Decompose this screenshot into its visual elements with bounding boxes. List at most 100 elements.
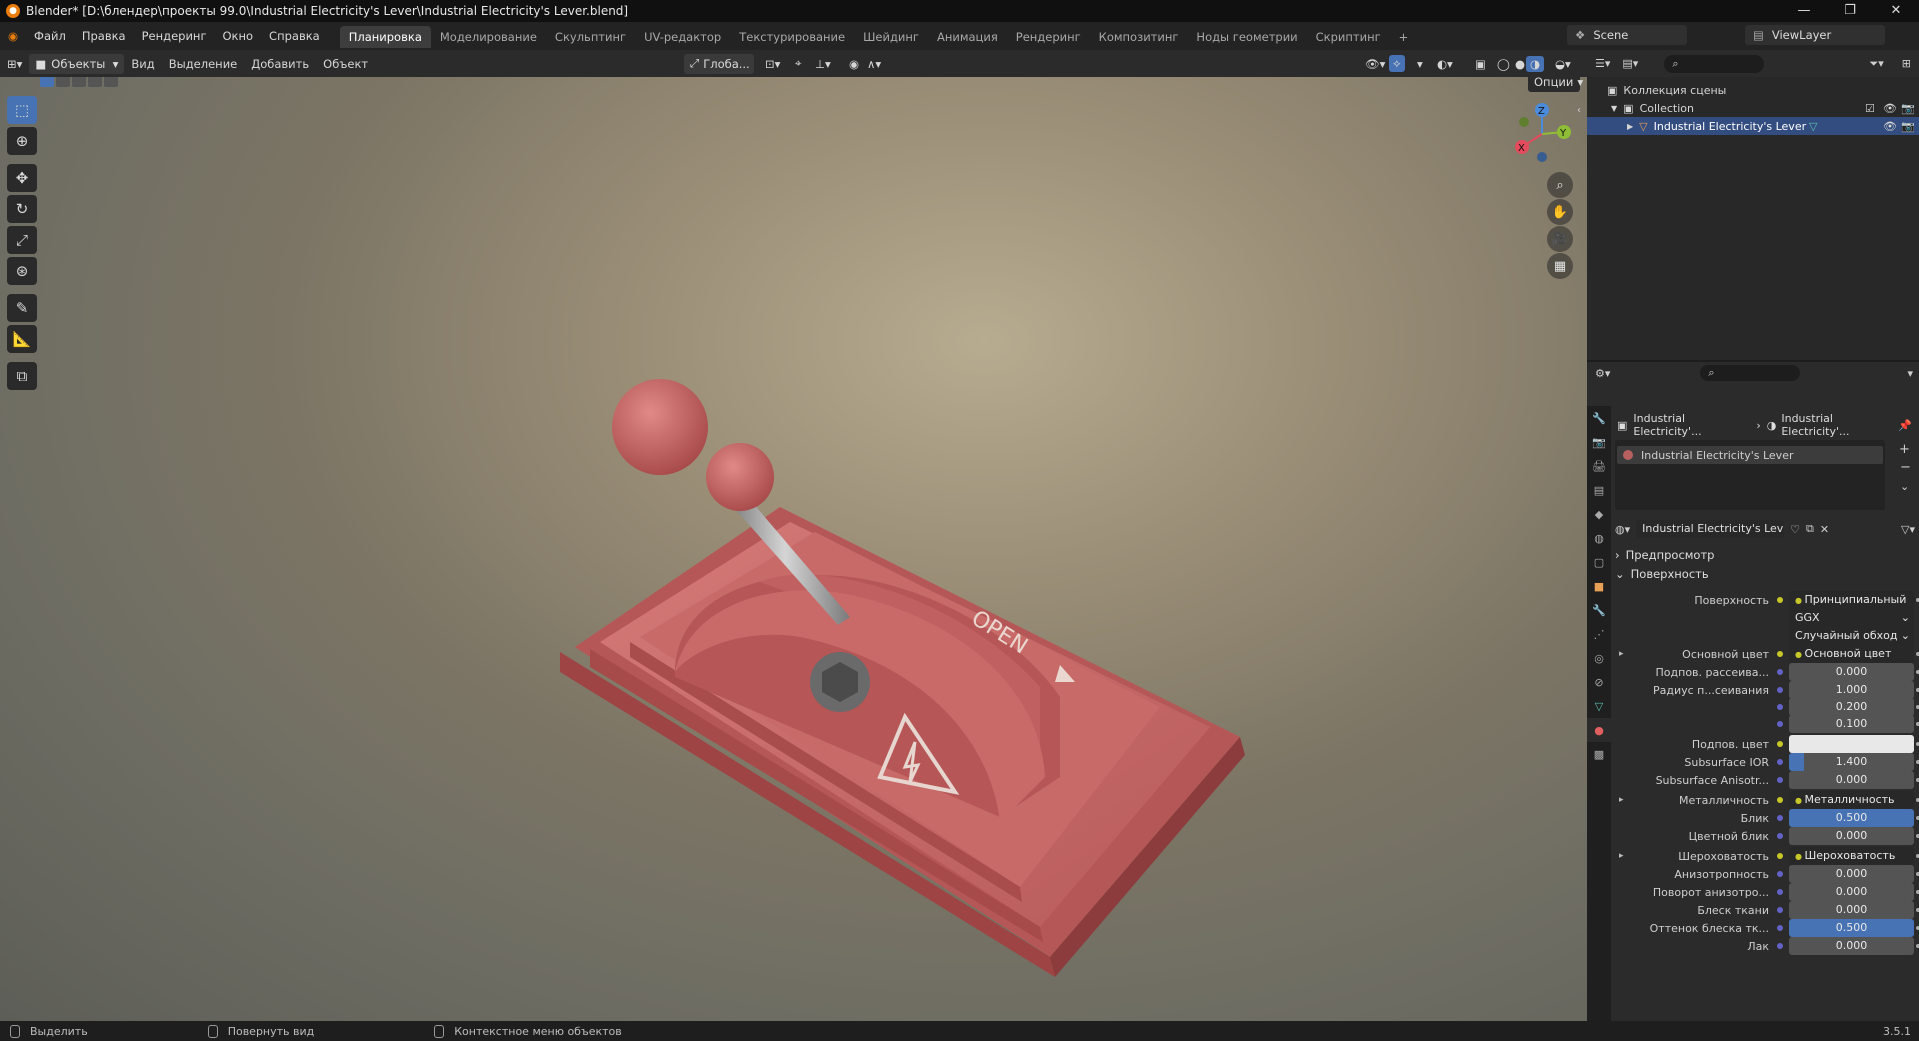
node-link-field[interactable]: ● Металличность	[1789, 791, 1914, 809]
unlink-material-icon[interactable]: ✕	[1820, 523, 1829, 536]
socket-dot-icon[interactable]	[1777, 853, 1783, 859]
particles-tab-icon[interactable]: ⋰	[1587, 622, 1611, 646]
snap-icon[interactable]: ⌖	[788, 56, 808, 71]
world-tab-icon[interactable]: ◍	[1587, 526, 1611, 550]
number-field[interactable]: 0.000	[1789, 865, 1914, 883]
menu-render[interactable]: Рендеринг	[134, 22, 215, 50]
tab-compositing[interactable]: Композитинг	[1090, 26, 1188, 48]
scale-icon[interactable]: ⤢	[7, 226, 37, 254]
number-field[interactable]: 0.500	[1789, 809, 1914, 827]
gizmo-dropdown-icon[interactable]: ▾	[1410, 57, 1430, 71]
expand-arrow-icon[interactable]: ▸	[1619, 649, 1624, 659]
add-cube-icon[interactable]: ⧉	[7, 362, 37, 390]
material-browse-icon[interactable]: ◍▾	[1615, 523, 1630, 536]
color-swatch[interactable]	[1789, 735, 1914, 753]
expand-arrow-icon[interactable]: ▸	[1619, 851, 1624, 861]
menu-view[interactable]: Вид	[124, 57, 161, 71]
texture-tab-icon[interactable]: ▩	[1587, 742, 1611, 766]
socket-dot-icon[interactable]	[1777, 871, 1783, 877]
remove-slot-icon[interactable]: −	[1900, 460, 1911, 475]
socket-dot-icon[interactable]	[1777, 925, 1783, 931]
display-mode-icon[interactable]: ▤▾	[1622, 57, 1638, 70]
socket-dot-icon[interactable]	[1777, 704, 1783, 710]
material-name-field[interactable]: Industrial Electricity's Lever	[1636, 520, 1785, 538]
select-box-icon[interactable]: ⬚	[7, 96, 37, 124]
tab-texture-paint[interactable]: Текстурирование	[730, 26, 854, 48]
socket-dot-icon[interactable]	[1777, 741, 1783, 747]
expand-arrow-icon[interactable]: ▸	[1619, 795, 1624, 805]
number-field[interactable]: 0.000	[1789, 771, 1914, 789]
slot-menu-icon[interactable]: ⌄	[1900, 480, 1909, 493]
properties-search-input[interactable]: ⌕	[1700, 365, 1801, 381]
menu-select[interactable]: Выделение	[162, 57, 245, 71]
physics-tab-icon[interactable]: ◎	[1587, 646, 1611, 670]
tab-layout[interactable]: Планировка	[339, 26, 431, 48]
socket-dot-icon[interactable]	[1777, 833, 1783, 839]
outliner-scene-collection[interactable]: ▣ Коллекция сцены	[1587, 81, 1919, 99]
number-field[interactable]: 0.200	[1789, 698, 1914, 716]
node-link-field[interactable]: ● Принципиальный BSDF	[1789, 591, 1914, 625]
rendered-shading-icon[interactable]: ◒▾	[1548, 57, 1578, 71]
render-tab-icon[interactable]: 📷	[1587, 430, 1611, 454]
properties-editor-icon[interactable]: ⚙▾	[1595, 367, 1610, 380]
number-field[interactable]: 0.000	[1789, 901, 1914, 919]
close-button[interactable]: ✕	[1873, 0, 1919, 22]
visibility-eye-icon[interactable]: 👁	[1883, 120, 1897, 133]
gizmo-toggle-icon[interactable]: ⟡	[1389, 55, 1405, 72]
socket-dot-icon[interactable]	[1777, 759, 1783, 765]
duplicate-material-icon[interactable]: ⧉	[1806, 522, 1814, 536]
number-field[interactable]: 0.000	[1789, 937, 1914, 955]
camera-view-icon[interactable]: 🎥	[1547, 226, 1573, 252]
material-slot-list[interactable]: Industrial Electricity's Lever	[1615, 440, 1885, 510]
fake-user-icon[interactable]: ♡	[1790, 523, 1800, 536]
outliner-search-input[interactable]: ⌕	[1664, 54, 1765, 73]
socket-dot-icon[interactable]	[1777, 721, 1783, 727]
socket-dot-icon[interactable]	[1777, 943, 1783, 949]
add-workspace-icon[interactable]: +	[1390, 26, 1418, 48]
property-dropdown[interactable]: Случайный обход ⌄	[1789, 627, 1914, 645]
preview-section[interactable]: › Предпросмотр	[1615, 545, 1915, 565]
collapse-sidebar-icon[interactable]: ‹	[1577, 105, 1581, 116]
minimize-button[interactable]: —	[1781, 0, 1827, 22]
socket-dot-icon[interactable]	[1777, 669, 1783, 675]
render-camera-icon[interactable]: 📷	[1901, 120, 1915, 133]
mode-dropdown[interactable]: ■ Объекты ▾	[29, 53, 125, 74]
collection-tab-icon[interactable]: ▢	[1587, 550, 1611, 574]
tab-animation[interactable]: Анимация	[928, 26, 1007, 48]
number-field[interactable]: 0.000	[1789, 827, 1914, 845]
socket-dot-icon[interactable]	[1777, 797, 1783, 803]
expand-arrow-icon[interactable]: ▼	[1611, 104, 1617, 113]
property-dropdown[interactable]: GGX ⌄	[1789, 609, 1914, 627]
modifier-tab-icon[interactable]: 🔧	[1587, 598, 1611, 622]
menu-add[interactable]: Добавить	[244, 57, 316, 71]
tab-shading[interactable]: Шейдинг	[854, 26, 928, 48]
exclude-checkbox-icon[interactable]: ☑	[1865, 102, 1875, 115]
view-layer-tab-icon[interactable]: ▤	[1587, 478, 1611, 502]
pan-hand-icon[interactable]: ✋	[1547, 199, 1573, 225]
rotate-icon[interactable]: ↻	[7, 195, 37, 223]
outliner[interactable]: ☰▾ ▤▾ ⌕ ⏷▾ ⊞ ▣ Коллекция сцены ▼ ▣ Colle…	[1587, 50, 1919, 360]
output-tab-icon[interactable]: 🖨	[1587, 454, 1611, 478]
data-tab-icon[interactable]: ▽	[1587, 694, 1611, 718]
material-slot-item[interactable]: Industrial Electricity's Lever	[1617, 446, 1883, 464]
add-slot-icon[interactable]: +	[1899, 442, 1910, 457]
material-shading-icon[interactable]: ◑	[1526, 55, 1545, 72]
visibility-icon[interactable]: 👁▾	[1358, 57, 1392, 71]
properties-editor[interactable]: 🔧 📷 🖨 ▤ ◆ ◍ ▢ ■ 🔧 ⋰ ◎ ⊘ ▽ ● ▩ ▣ Industri…	[1587, 406, 1919, 1021]
node-link-field[interactable]: ● Основной цвет	[1789, 645, 1914, 663]
number-field[interactable]: 0.000	[1789, 663, 1914, 681]
falloff-icon[interactable]: ∧▾	[860, 57, 888, 71]
number-field[interactable]: 1.000	[1789, 681, 1914, 699]
editor-type-icon[interactable]: ⊞▾	[0, 57, 29, 71]
tab-sculpting[interactable]: Скульптинг	[546, 26, 635, 48]
socket-dot-icon[interactable]	[1777, 651, 1783, 657]
node-link-field[interactable]: ● Шероховатость	[1789, 847, 1914, 865]
menu-help[interactable]: Справка	[261, 22, 328, 50]
expand-arrow-icon[interactable]: ▶	[1627, 122, 1633, 131]
3d-viewport[interactable]: Опции ▾ OPEN Z Y X ⌕ ✋ 🎥 ▦ ‹	[0, 77, 1587, 1021]
scene-tab-icon[interactable]: ◆	[1587, 502, 1611, 526]
tab-uv-editing[interactable]: UV-редактор	[635, 26, 730, 48]
maximize-button[interactable]: ❐	[1827, 0, 1873, 22]
menu-object[interactable]: Объект	[316, 57, 375, 71]
socket-dot-icon[interactable]	[1777, 687, 1783, 693]
